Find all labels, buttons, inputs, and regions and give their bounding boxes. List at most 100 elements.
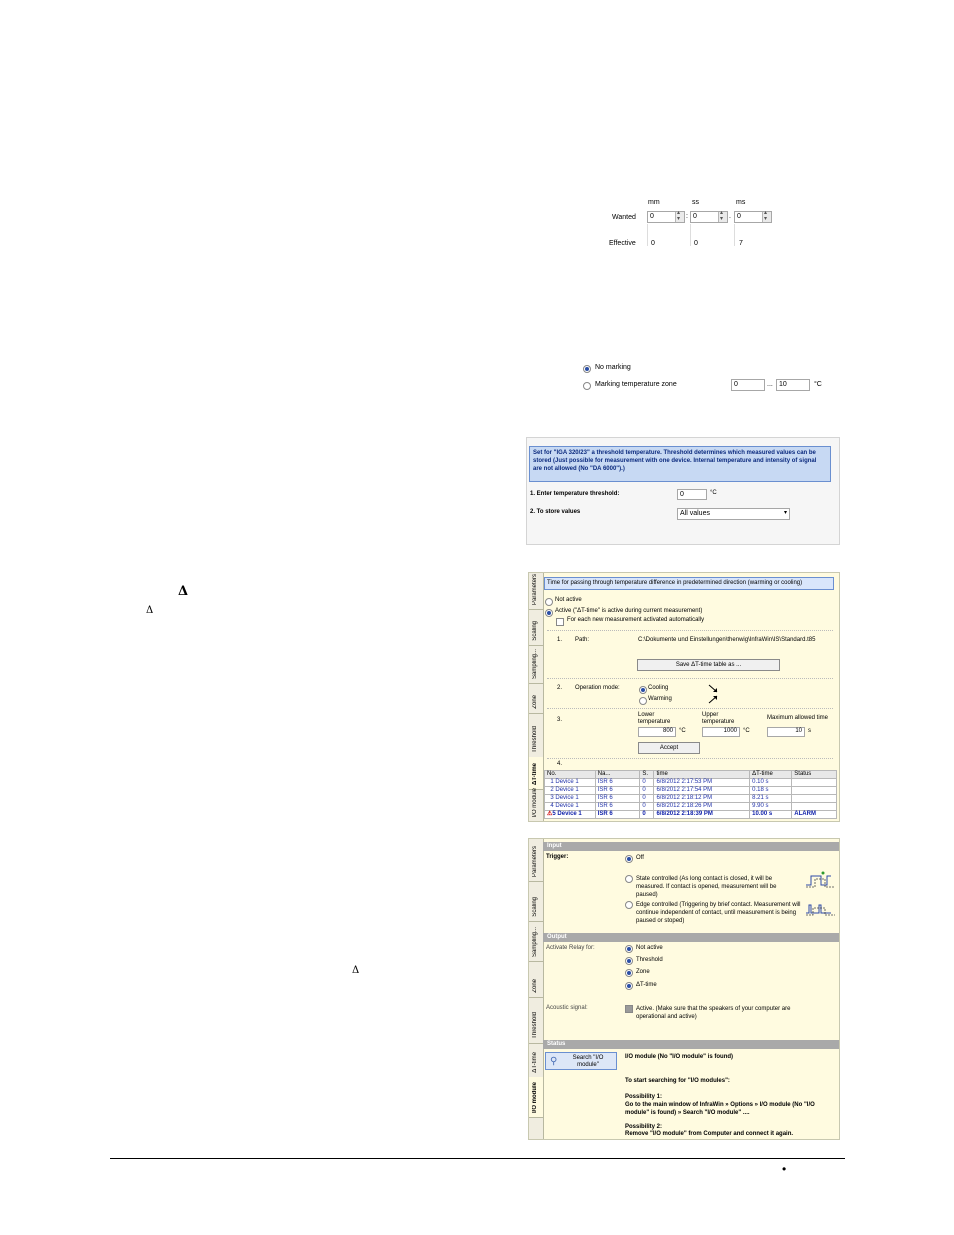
max-time-unit: s: [808, 728, 811, 734]
max-time-field[interactable]: 10: [767, 727, 805, 737]
tab-zone[interactable]: Zone: [529, 683, 543, 714]
tab-sampling[interactable]: Sampling...: [529, 921, 543, 962]
row-time: 6/8/2012 2:18:26 PM: [653, 802, 751, 811]
table-row[interactable]: 1 Device 1 ISR 6 0 6/8/2012 2:17:53 PM 0…: [544, 778, 837, 787]
column-header[interactable]: ΔT-time: [749, 770, 793, 779]
operation-mode-label: Operation mode:: [575, 685, 620, 691]
relay-not-active-radio[interactable]: [625, 945, 633, 953]
divider: [690, 224, 691, 246]
relay-dt-time-radio[interactable]: [625, 982, 633, 990]
row-name: ISR 6: [594, 786, 641, 795]
possibility-2-text: Remove "I/O module" from Computer and co…: [625, 1131, 794, 1137]
tab-scaling[interactable]: Scaling: [529, 881, 543, 922]
row-number: 2 Device 1: [544, 786, 596, 795]
tab-dt-time[interactable]: ΔT-time: [529, 757, 543, 790]
tab-label: Threshold: [532, 726, 538, 753]
step-4: 4.: [557, 761, 563, 767]
ms-wanted-field[interactable]: 0: [734, 209, 772, 223]
save-table-button[interactable]: Save ΔT-time table as ...: [637, 659, 780, 671]
tab-threshold[interactable]: Threshold: [529, 713, 543, 758]
tab-scaling[interactable]: Scaling: [529, 609, 543, 646]
search-io-module-button[interactable]: ⚲ Search "I/O module": [545, 1052, 617, 1070]
mm-spinner[interactable]: [675, 209, 684, 222]
relay-zone-radio[interactable]: [625, 969, 633, 977]
column-header[interactable]: time: [653, 770, 751, 779]
max-time-label: Maximum allowed time: [767, 715, 829, 721]
trigger-off-radio[interactable]: [625, 855, 633, 863]
zone-from-field[interactable]: 0: [731, 379, 765, 391]
state-controlled-radio[interactable]: [625, 875, 633, 883]
auto-activate-checkbox[interactable]: [556, 618, 564, 626]
footer-bullet: •: [782, 1162, 787, 1176]
row-s: 0: [639, 810, 655, 819]
tab-dt-time[interactable]: ΔT-time: [529, 1043, 543, 1078]
marking-zone-radio[interactable]: [583, 382, 591, 390]
dt-time-table: No. Na... S. time ΔT-time Status 1 Devic…: [544, 770, 837, 819]
column-header[interactable]: Na...: [594, 770, 641, 779]
threshold-step2-label: 2. To store values: [530, 509, 581, 515]
no-marking-radio[interactable]: [583, 365, 591, 373]
store-values-selected: All values: [680, 510, 710, 517]
acoustic-checkbox[interactable]: [625, 1005, 633, 1013]
path-label: Path:: [575, 637, 590, 643]
table-row[interactable]: 4 Device 1 ISR 6 0 6/8/2012 2:18:26 PM 9…: [544, 802, 837, 811]
active-radio[interactable]: [545, 609, 553, 617]
row-time: 6/8/2012 2:17:54 PM: [653, 786, 751, 795]
trigger-label: Trigger:: [546, 854, 569, 860]
divider: [647, 224, 648, 246]
tab-threshold[interactable]: Threshold: [529, 997, 543, 1044]
vertical-tab-bar: Parameters Scaling Sampling... Zone Thre…: [529, 839, 544, 1139]
row-number: 3 Device 1: [544, 794, 596, 803]
table-row-alarm[interactable]: ⚠5 Device 1 ISR 6 0 6/8/2012 2:18:39 PM …: [544, 810, 837, 819]
output-section-header: Output: [543, 933, 839, 942]
table-row[interactable]: 3 Device 1 ISR 6 0 6/8/2012 2:18:12 PM 8…: [544, 794, 837, 803]
table-row[interactable]: 2 Device 1 ISR 6 0 6/8/2012 2:17:54 PM 0…: [544, 786, 837, 795]
step-2: 2.: [557, 685, 563, 691]
tab-zone[interactable]: Zone: [529, 961, 543, 998]
tab-io-module[interactable]: I/O module: [529, 1077, 543, 1118]
row-time: 6/8/2012 2:18:39 PM: [653, 810, 751, 819]
ss-spinner[interactable]: [718, 209, 727, 222]
time-separator-dot: .: [729, 213, 731, 220]
row-status: [791, 778, 837, 787]
ss-header: ss: [692, 199, 699, 206]
state-signal-icon: [806, 871, 835, 888]
upper-temp-field[interactable]: 1000: [702, 727, 740, 737]
effective-label: Effective: [609, 240, 636, 247]
store-values-select[interactable]: All values ▾: [677, 508, 790, 520]
table-header-row: No. Na... S. time ΔT-time Status: [544, 770, 837, 779]
relay-threshold-radio[interactable]: [625, 957, 633, 965]
zone-to-field[interactable]: 10: [776, 379, 810, 391]
cooling-radio[interactable]: [639, 686, 647, 694]
tab-label: Zone: [532, 695, 538, 709]
mm-wanted-field[interactable]: 0: [647, 209, 685, 223]
column-header[interactable]: S.: [639, 770, 655, 779]
column-header[interactable]: Status: [791, 770, 837, 779]
tab-label: Scaling: [532, 897, 538, 917]
column-header[interactable]: No.: [544, 770, 596, 779]
row-name: ISR 6: [594, 778, 641, 787]
trigger-off-label: Off: [636, 855, 644, 861]
edge-controlled-radio[interactable]: [625, 901, 633, 909]
upper-temp-label: Upper temperature: [702, 712, 735, 725]
row-s: 0: [639, 794, 655, 803]
accept-button[interactable]: Accept: [638, 742, 700, 754]
tab-io-module[interactable]: I/O module: [529, 788, 543, 821]
not-active-radio[interactable]: [545, 598, 553, 606]
threshold-unit: °C: [710, 490, 717, 496]
tab-parameters[interactable]: Parameters: [529, 839, 543, 882]
ss-wanted-field[interactable]: 0: [690, 209, 728, 223]
ms-spinner[interactable]: [762, 209, 771, 222]
row-dt: 0.18 s: [749, 786, 793, 795]
chevron-down-icon: ▾: [783, 510, 787, 516]
tab-label: ΔT-time: [532, 1052, 538, 1073]
warming-radio[interactable]: [639, 697, 647, 705]
input-section-header: Input: [543, 842, 839, 851]
threshold-value-field[interactable]: 0: [677, 489, 707, 500]
tab-sampling[interactable]: Sampling...: [529, 645, 543, 684]
lower-temp-field[interactable]: 800: [638, 727, 676, 737]
cooling-label: Cooling: [648, 685, 669, 691]
tab-parameters[interactable]: Parameters: [529, 573, 543, 610]
acoustic-text: Active. (Make sure that the speakers of …: [636, 1006, 791, 1020]
vertical-tab-bar: Parameters Scaling Sampling... Zone Thre…: [529, 573, 544, 821]
